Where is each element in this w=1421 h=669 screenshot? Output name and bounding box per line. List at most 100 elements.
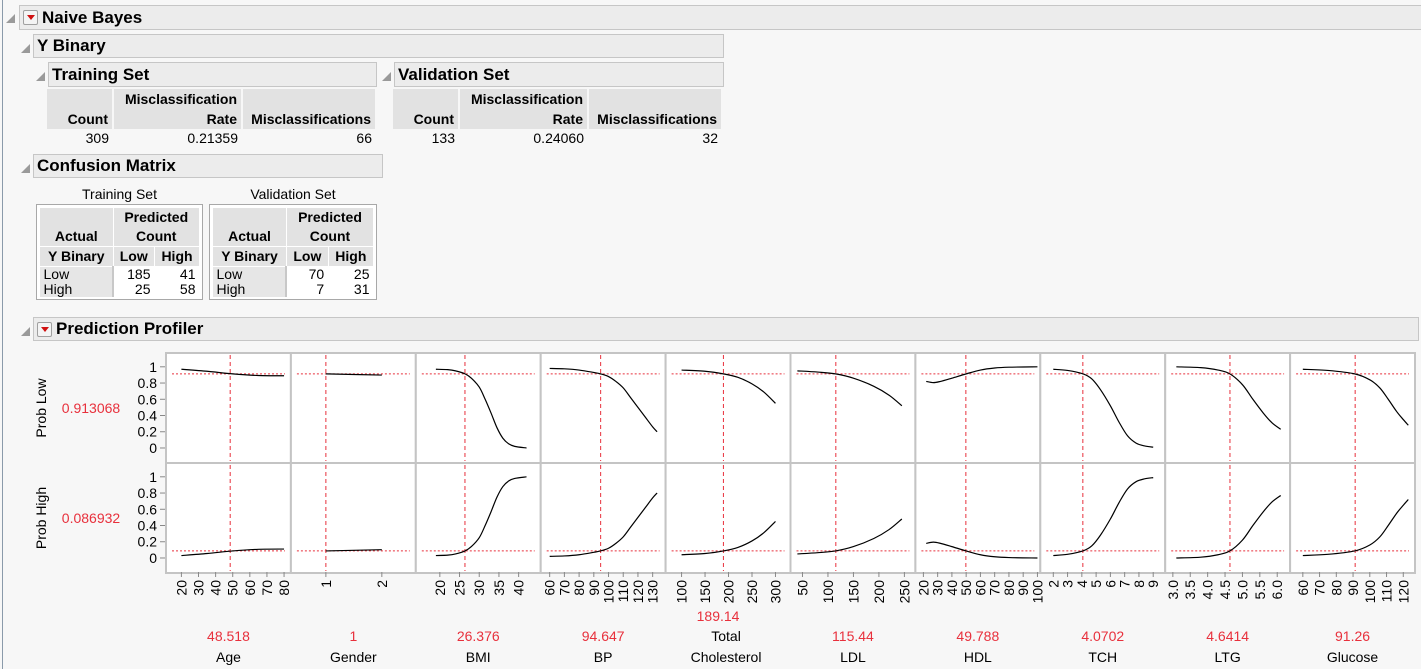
factor-value: 4.0702: [1081, 628, 1124, 644]
x-tick-label: 35: [491, 580, 507, 596]
y-tick-label: 1: [149, 359, 157, 375]
x-tick-label: 50: [794, 580, 810, 596]
col-rate: Misclassification Rate: [113, 89, 243, 129]
count-value: 133: [431, 130, 455, 146]
x-tick-label: 5.5: [1252, 580, 1268, 600]
y-binary-title: Y Binary: [37, 36, 106, 55]
x-tick-label: 90: [586, 580, 602, 596]
factor-value: 1: [349, 628, 357, 644]
training-set-title: Training Set: [52, 64, 150, 84]
x-tick-label: 150: [845, 580, 861, 604]
y-binary-header: Y Binary: [33, 34, 724, 58]
factor-name: BP: [594, 649, 613, 665]
factor-name: HDL: [964, 649, 992, 665]
disclosure-triangle-icon[interactable]: [382, 72, 391, 81]
x-tick-label: 40: [511, 580, 527, 596]
factor-value: 48.518: [207, 628, 250, 644]
x-tick-label: 130: [645, 580, 661, 604]
x-tick-label: 25: [452, 580, 468, 596]
profile-panel: [1289, 462, 1416, 574]
x-tick-label: 60: [242, 580, 258, 596]
factor-name: Cholesterol: [691, 649, 762, 665]
table-row: High 7 31: [212, 282, 374, 297]
validation-confusion-matrix: Actual Predicted Count Y Binary Low High Lo…: [209, 204, 377, 300]
x-tick-label: 200: [871, 580, 887, 604]
profile-panel: [289, 352, 417, 464]
x-tick-label: 300: [767, 580, 783, 604]
prediction-profiler-header: Prediction Profiler: [33, 317, 1419, 341]
naive-bayes-title: Naive Bayes: [42, 7, 143, 27]
predicted-count-header: Predicted Count: [112, 207, 201, 247]
x-tick-label: 250: [744, 580, 760, 604]
y-tick-label: 0.2: [138, 534, 158, 550]
profile-panel: [414, 352, 542, 464]
x-tick-label: 110: [1379, 580, 1395, 603]
x-tick-label: 100: [601, 580, 617, 604]
profile-panel: [414, 462, 542, 574]
count-value: 309: [85, 130, 109, 146]
disclosure-triangle-icon[interactable]: [21, 164, 30, 173]
misclassifications-value: 66: [356, 130, 372, 146]
factor-value: 189.14: [697, 608, 740, 624]
cm-validation-title: Validation Set: [250, 186, 336, 202]
validation-fit-table: Count Misclassification Rate Misclassific…: [393, 89, 723, 147]
factor-value: 115.44: [832, 628, 874, 644]
factor-name: LTG: [1215, 649, 1241, 665]
col-count: Count: [47, 89, 114, 129]
table-row: Low 185 41: [39, 266, 200, 282]
rate-value: 0.21359: [187, 130, 238, 146]
factor-value: 49.788: [956, 628, 999, 644]
y-tick-label: 0.2: [138, 424, 158, 440]
response-value: 0.086932: [62, 510, 121, 526]
x-tick-label: 40: [208, 580, 224, 596]
prediction-profiler-title: Prediction Profiler: [56, 319, 204, 338]
disclosure-triangle-icon[interactable]: [6, 14, 15, 23]
x-tick-label: 4.0: [1200, 580, 1216, 600]
training-set-header: Training Set: [48, 62, 377, 87]
disclosure-triangle-icon[interactable]: [36, 72, 45, 81]
x-tick-label: 2: [374, 580, 390, 588]
profile-panel: [1164, 462, 1292, 574]
table-row: 309 0.21359 66: [47, 129, 376, 147]
x-tick-label: 250: [896, 580, 912, 604]
x-tick-label: 100: [674, 580, 690, 604]
profile-panel: [914, 352, 1042, 464]
x-tick-label: 100: [1029, 580, 1045, 604]
factor-value: 91.26: [1335, 628, 1370, 644]
red-triangle-menu-icon[interactable]: [23, 10, 38, 25]
x-tick-label: 4.5: [1217, 580, 1233, 600]
training-confusion-matrix: Actual Predicted Count Y Binary Low High Lo…: [36, 204, 203, 300]
y-tick-label: 0.4: [138, 518, 158, 534]
x-tick-label: 70: [1312, 580, 1328, 596]
confusion-matrix-header: Confusion Matrix: [33, 154, 383, 178]
y-tick-label: 0.6: [138, 501, 158, 517]
x-tick-label: 200: [721, 580, 737, 604]
profile-panel: [165, 462, 292, 574]
table-row: 133 0.24060 32: [393, 129, 722, 147]
profile-panel: [1039, 462, 1167, 574]
x-tick-label: 100: [820, 580, 836, 604]
factor-value: 26.376: [457, 628, 500, 644]
profile-panel: [1164, 352, 1292, 464]
profile-panel: [664, 352, 792, 464]
cm-training-title: Training Set: [82, 186, 157, 202]
profile-panel: [914, 462, 1042, 574]
x-tick-label: 30: [191, 580, 207, 596]
x-tick-label: 80: [276, 580, 292, 596]
low-header: Low: [285, 246, 329, 267]
x-tick-label: 50: [225, 580, 241, 596]
disclosure-triangle-icon[interactable]: [21, 327, 30, 336]
x-tick-label: 100: [1362, 580, 1378, 604]
factor-name: Total: [711, 628, 741, 644]
x-tick-label: 60: [542, 580, 558, 596]
x-tick-label: 60: [1295, 580, 1311, 596]
col-count: Count: [393, 89, 460, 129]
disclosure-triangle-icon[interactable]: [21, 44, 30, 53]
predicted-count-header: Predicted Count: [285, 207, 375, 247]
high-header: High: [154, 246, 200, 267]
x-tick-label: 80: [571, 580, 587, 596]
factor-name: Glucose: [1327, 649, 1379, 665]
prediction-profiler-chart: Prob Low 0.91306800.20.40.60.81Prob High 0…: [33, 352, 1416, 665]
red-triangle-menu-icon[interactable]: [37, 321, 52, 337]
table-row: Low 70 25: [212, 266, 374, 282]
